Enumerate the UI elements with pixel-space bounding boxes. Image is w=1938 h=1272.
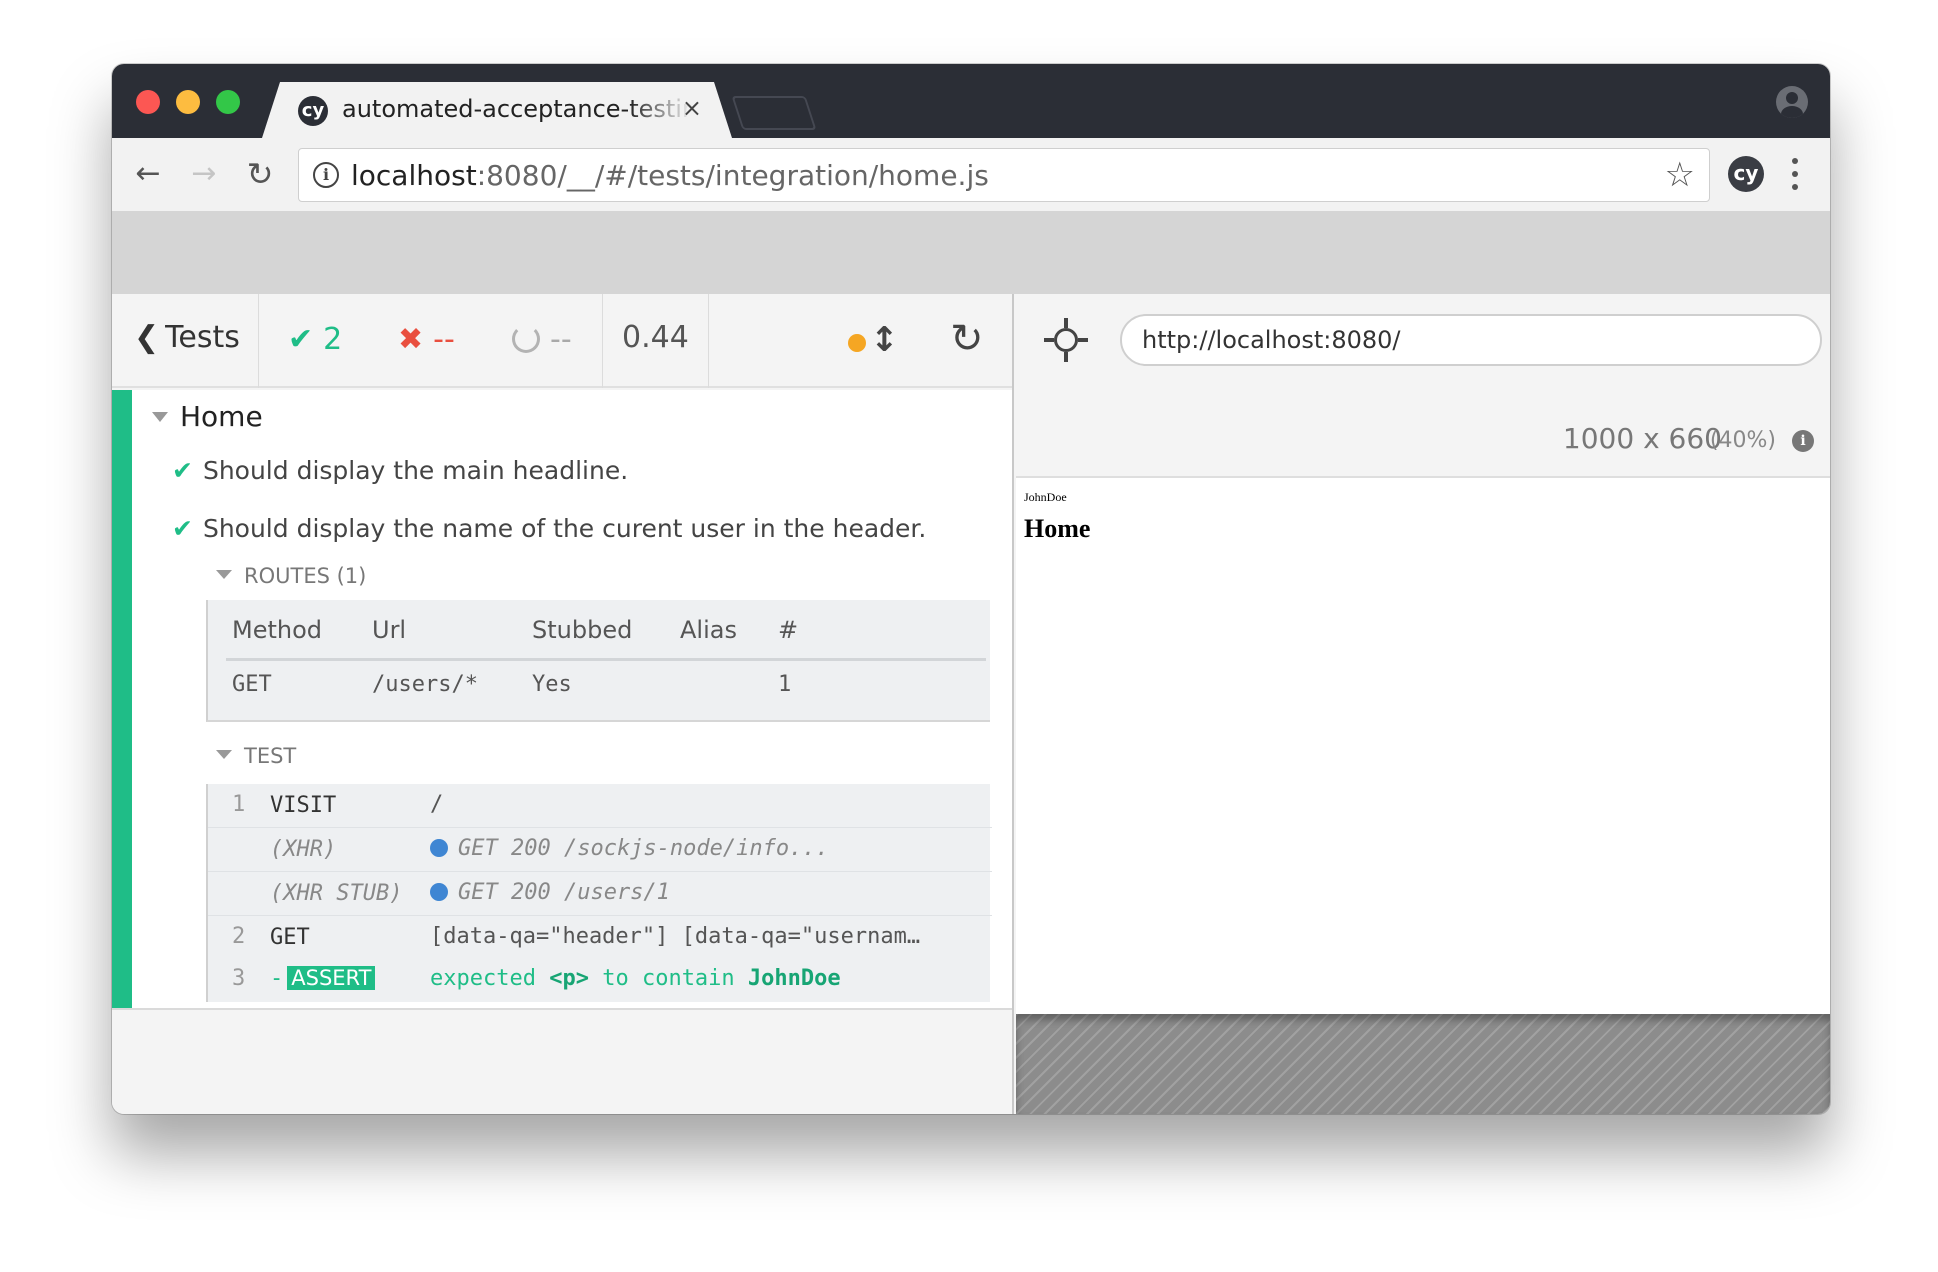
- check-icon: ✔: [172, 456, 193, 485]
- command-name: (XHR): [270, 837, 337, 862]
- command-log: 1 VISIT / (XHR) GET 200 /sockjs-node/inf…: [206, 784, 992, 1002]
- passed-stat: ✔ 2: [288, 322, 343, 357]
- tab-close-icon[interactable]: ×: [682, 94, 702, 122]
- pending-stat: --: [512, 322, 572, 357]
- aut-url-bar[interactable]: http://localhost:8080/: [1120, 314, 1822, 366]
- aut-heading: Home: [1024, 514, 1091, 543]
- x-icon: ✖: [398, 322, 424, 357]
- browser-tab[interactable]: cy automated-acceptance-testing ×: [262, 82, 732, 138]
- command-name: VISIT: [270, 793, 337, 818]
- cypress-favicon-icon: cy: [298, 96, 328, 126]
- chevron-left-icon: ❮: [134, 320, 160, 355]
- suite-title[interactable]: Home: [152, 400, 263, 433]
- command-message: [data-qa="header"] [data-qa="usernam…: [430, 924, 921, 949]
- aut-empty-area: [1016, 1014, 1830, 1114]
- browser-window: cy automated-acceptance-testing × ← → ↻ …: [112, 64, 1830, 1114]
- new-tab-button[interactable]: [731, 96, 817, 130]
- collapse-caret-icon: [216, 750, 232, 759]
- aut-username: JohnDoe: [1024, 490, 1067, 504]
- browser-toolbar: ← → ↻ i localhost:8080/__/#/tests/integr…: [112, 138, 1830, 212]
- routes-header-alias: Alias: [680, 616, 737, 644]
- check-icon: ✔: [288, 322, 314, 357]
- routes-header-method: Method: [232, 616, 323, 644]
- minimize-window-button[interactable]: [176, 90, 200, 114]
- collapse-caret-icon: [216, 570, 232, 579]
- reporter-panel: ❮ Tests ✔ 2 ✖ -- -- 0.44 ↕ ↻ Home ✔ Shou…: [112, 294, 1014, 1114]
- command-name: - ASSERT: [270, 966, 376, 991]
- check-icon: ✔: [172, 514, 193, 543]
- command-row[interactable]: 3 - ASSERT expected <p> to contain JohnDo…: [208, 958, 992, 1002]
- gray-band: [112, 212, 1830, 294]
- assertion-message: expected <p> to contain JohnDoe: [430, 966, 841, 991]
- xhr-status-dot-icon: [430, 839, 448, 857]
- cypress-extension-icon[interactable]: cy: [1728, 156, 1764, 192]
- suite-runnable: Home ✔ Should display the main headline. …: [112, 390, 1012, 1010]
- address-bar[interactable]: i localhost:8080/__/#/tests/integration/…: [298, 148, 1710, 202]
- xhr-status-dot-icon: [430, 883, 448, 901]
- suite-status-bar: [112, 390, 132, 1008]
- auto-scroll-icon[interactable]: ↕: [870, 320, 899, 360]
- maximize-window-button[interactable]: [216, 90, 240, 114]
- failed-stat: ✖ --: [398, 322, 455, 357]
- tab-strip: cy automated-acceptance-testing ×: [112, 64, 1830, 138]
- command-message: GET 200 /users/1: [430, 880, 980, 905]
- route-method: GET: [232, 672, 272, 697]
- close-window-button[interactable]: [136, 90, 160, 114]
- tab-title: automated-acceptance-testing: [342, 95, 692, 123]
- site-info-icon[interactable]: i: [313, 162, 339, 188]
- routes-section-title[interactable]: ROUTES (1): [216, 564, 366, 588]
- more-menu-icon[interactable]: [1782, 154, 1806, 194]
- command-name: (XHR STUB): [270, 881, 403, 906]
- aut-iframe: JohnDoe Home: [1016, 478, 1830, 1014]
- command-name: GET: [270, 925, 310, 950]
- address-url[interactable]: localhost:8080/__/#/tests/integration/ho…: [351, 159, 989, 192]
- routes-header-url: Url: [372, 616, 407, 644]
- duration: 0.44: [622, 320, 689, 355]
- routes-header-stubbed: Stubbed: [532, 616, 633, 644]
- routes-divider: [226, 658, 986, 661]
- profile-icon[interactable]: [1776, 86, 1808, 118]
- command-row[interactable]: 2 GET [data-qa="header"] [data-qa="usern…: [208, 916, 992, 958]
- command-row[interactable]: (XHR) GET 200 /sockjs-node/info...: [208, 828, 992, 872]
- bookmark-star-icon[interactable]: ☆: [1665, 155, 1695, 195]
- viewport-size: 1000 x 660: [1562, 422, 1722, 455]
- test-item[interactable]: ✔ Should display the name of the curent u…: [172, 514, 926, 543]
- route-url: /users/*: [372, 672, 478, 697]
- test-item[interactable]: ✔ Should display the main headline.: [172, 456, 628, 485]
- pending-spinner-icon: [512, 325, 540, 353]
- viewport-scale: (40%): [1709, 428, 1776, 453]
- routes-table: Method Url Stubbed Alias # GET /users/* …: [206, 600, 990, 722]
- reporter-header: ❮ Tests ✔ 2 ✖ -- -- 0.44 ↕ ↻: [112, 294, 1012, 388]
- command-row[interactable]: (XHR STUB) GET 200 /users/1: [208, 872, 992, 916]
- collapse-caret-icon: [152, 412, 168, 422]
- aut-header: http://localhost:8080/ 1000 x 660 (40%) …: [1016, 294, 1830, 478]
- selector-playground-icon[interactable]: [1044, 318, 1088, 362]
- command-message: /: [430, 792, 444, 817]
- test-section-title[interactable]: TEST: [216, 744, 296, 768]
- assert-badge: ASSERT: [287, 966, 376, 990]
- reload-icon[interactable]: ↻: [240, 154, 280, 194]
- back-arrow-icon[interactable]: ←: [128, 154, 168, 194]
- forward-arrow-icon[interactable]: →: [184, 154, 224, 194]
- command-row[interactable]: 1 VISIT /: [208, 784, 992, 828]
- tests-back-button[interactable]: ❮ Tests: [134, 320, 240, 355]
- command-message: GET 200 /sockjs-node/info...: [430, 836, 980, 861]
- route-stubbed: Yes: [532, 672, 572, 697]
- running-status-dot: [848, 334, 866, 352]
- restart-icon[interactable]: ↻: [950, 316, 984, 362]
- route-count: 1: [778, 672, 792, 697]
- viewport-info-icon[interactable]: i: [1792, 430, 1814, 452]
- routes-header-count: #: [778, 616, 799, 644]
